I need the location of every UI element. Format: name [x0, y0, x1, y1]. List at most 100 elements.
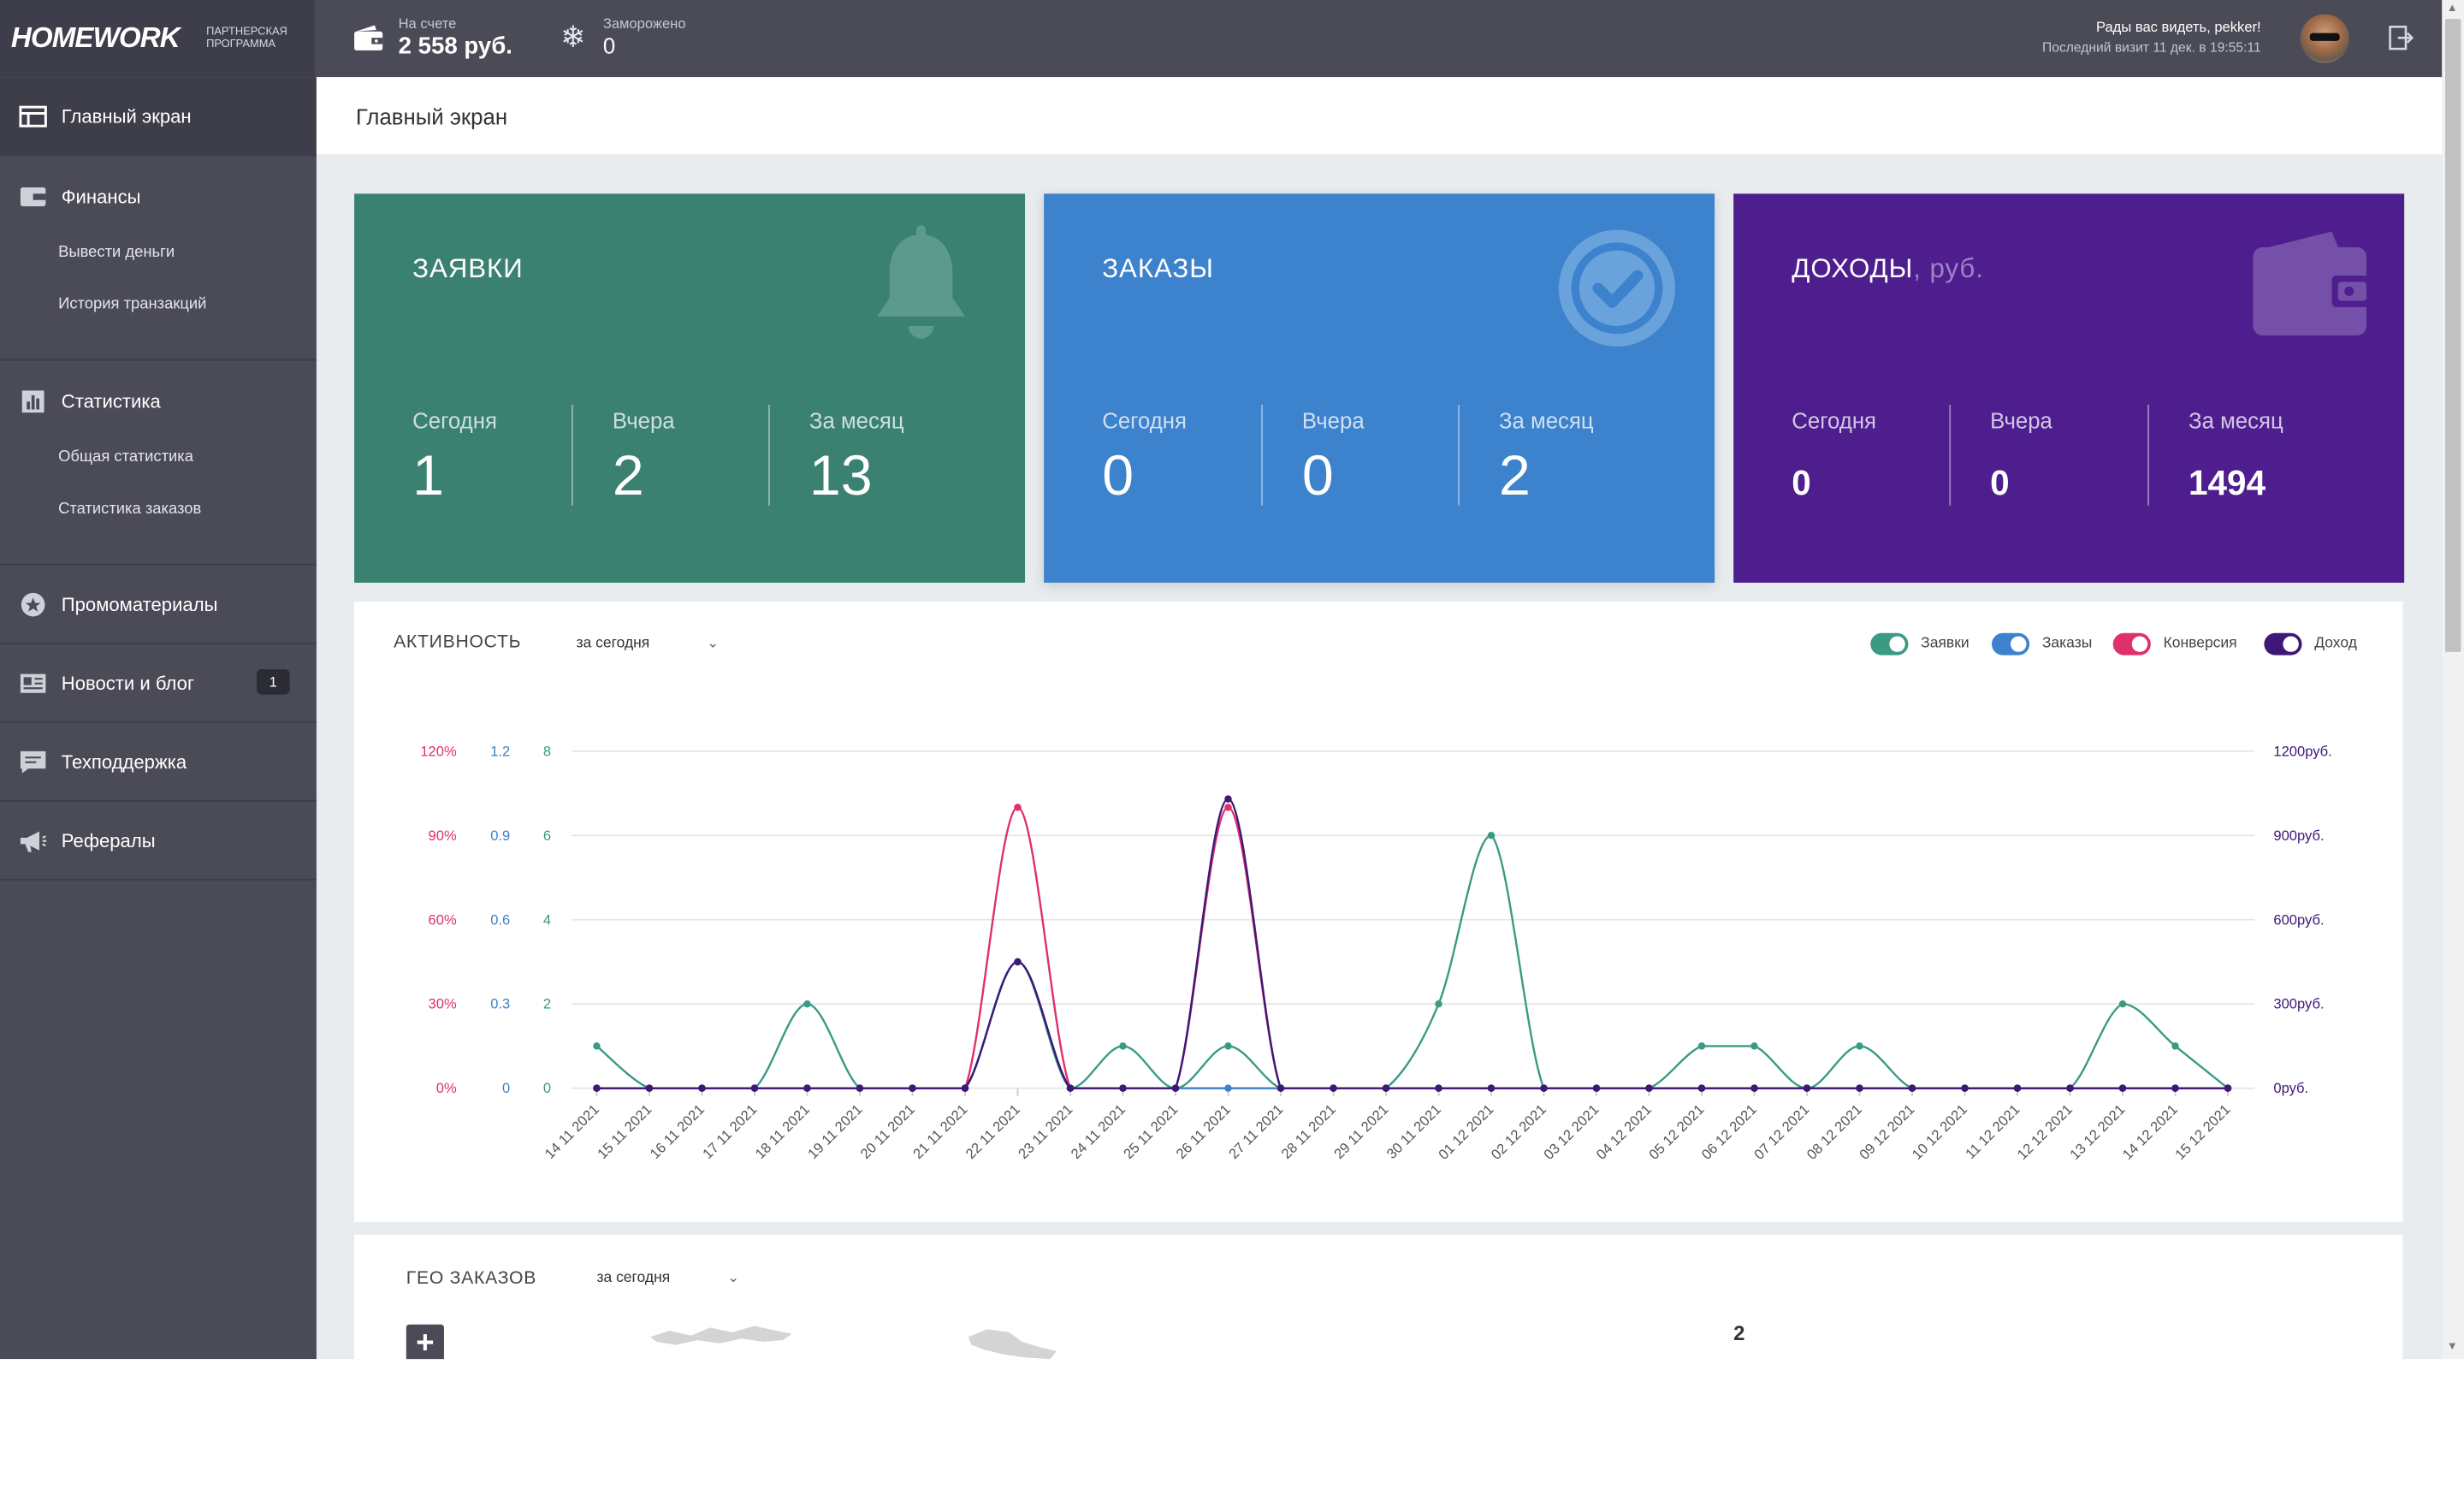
- activity-period-select[interactable]: за сегодня: [577, 635, 650, 652]
- greeting-text: Рады вас видеть, pekker!: [2095, 19, 2261, 35]
- sidebar-subitem-general-stats[interactable]: Общая статистика: [58, 448, 193, 466]
- logo-subtitle-line1: ПАРТНЕРСКАЯ: [206, 27, 287, 39]
- y-tick-label-income: 300руб.: [2273, 996, 2324, 1012]
- data-point: [1961, 1084, 1969, 1092]
- sidebar-item-label: Новости и блог: [61, 672, 195, 695]
- data-point: [1697, 1042, 1706, 1050]
- geo-period-select[interactable]: за сегодня: [596, 1269, 670, 1286]
- data-point: [803, 1000, 811, 1008]
- frozen-value: 0: [602, 33, 616, 59]
- data-point: [1856, 1042, 1863, 1050]
- snowflake-icon: ❄: [560, 21, 586, 56]
- scroll-thumb[interactable]: [2444, 19, 2461, 652]
- series-line: [596, 806, 2229, 1089]
- data-point: [1856, 1084, 1863, 1092]
- activity-chart: 0% 0 0 0руб. 30% 0.3 2 300руб. 60% 0.6 4 600руб. 90%…: [420, 743, 2331, 1163]
- logout-icon[interactable]: [2389, 25, 2414, 50]
- y-tick-label-income: 600руб.: [2273, 911, 2324, 928]
- income-card-title: ДОХОДЫ, руб.: [1792, 253, 1984, 285]
- megaphone-icon: [20, 831, 47, 852]
- y-tick-label-count: 4: [543, 911, 551, 928]
- y-tick-label-percent: 120%: [420, 743, 457, 759]
- stat-label: Сегодня: [1102, 407, 1187, 434]
- data-point: [1435, 1084, 1442, 1092]
- x-tick-label: 15 12 2021: [2172, 1101, 2234, 1163]
- y-tick-label-percent: 0%: [436, 1080, 457, 1096]
- data-point: [1119, 1084, 1127, 1092]
- bar-chart-icon: [21, 390, 44, 413]
- sidebar-item-stats[interactable]: Статистика: [0, 362, 317, 441]
- y-tick-label-income: 0руб.: [2273, 1080, 2308, 1096]
- chat-bubble-icon: [20, 750, 46, 774]
- sidebar-item-main[interactable]: Главный экран: [0, 77, 317, 157]
- scroll-up-arrow[interactable]: ▲: [2447, 3, 2458, 15]
- star-badge-icon: [21, 592, 45, 617]
- x-tick-label: 24 11 2021: [1068, 1101, 1128, 1162]
- sidebar-item-referrals[interactable]: Рефералы: [0, 802, 317, 881]
- x-tick-label: 02 12 2021: [1488, 1101, 1549, 1163]
- requests-card: ЗАЯВКИ Сегодня 1 Вчера 2 За месяц 13: [354, 193, 1026, 583]
- y-tick-label-count: 2: [543, 996, 551, 1012]
- y-tick-label-percent: 30%: [429, 996, 457, 1012]
- data-point: [856, 1084, 864, 1092]
- y-tick-label-percent: 60%: [429, 911, 457, 928]
- scroll-down-arrow[interactable]: ▼: [2447, 1342, 2458, 1353]
- sidebar-item-promo[interactable]: Промоматериалы: [0, 566, 317, 644]
- sidebar-subitem-transactions[interactable]: История транзакций: [58, 296, 206, 313]
- data-point: [1487, 1084, 1496, 1092]
- sidebar-subitem-order-stats[interactable]: Статистика заказов: [58, 501, 201, 518]
- news-count-badge: 1: [256, 669, 290, 695]
- toggle-knob: [2131, 636, 2148, 652]
- chevron-down-icon[interactable]: ⌄: [727, 1269, 739, 1286]
- data-point: [1330, 1084, 1337, 1092]
- stat-value: 0: [1102, 442, 1134, 507]
- income-card: ДОХОДЫ, руб. Сегодня 0 Вчера 0 За месяц …: [1733, 193, 2405, 583]
- data-point: [1750, 1084, 1758, 1092]
- x-tick-label: 06 12 2021: [1698, 1101, 1760, 1163]
- data-point: [961, 1084, 969, 1092]
- logo[interactable]: HOMEWORK ПАРТНЕРСКАЯ ПРОГРАММА: [0, 0, 316, 78]
- legend-label: Доход: [2314, 634, 2357, 652]
- toggle-switch[interactable]: [1991, 632, 2030, 656]
- data-point: [1435, 1000, 1442, 1008]
- sidebar-item-support[interactable]: Техподдержка: [0, 723, 317, 802]
- wallet-icon: [2253, 231, 2370, 335]
- toggle-switch[interactable]: [1870, 632, 1909, 656]
- x-tick-label: 11 12 2021: [1962, 1101, 2023, 1162]
- x-tick-label: 28 11 2021: [1278, 1101, 1339, 1162]
- data-point: [2224, 1084, 2232, 1092]
- sidebar-item-finance[interactable]: Финансы: [0, 157, 317, 236]
- stat-value: 13: [808, 442, 873, 507]
- x-tick-label: 08 12 2021: [1804, 1101, 1865, 1163]
- sidebar-item-news[interactable]: Новости и блог 1: [0, 644, 317, 723]
- avatar[interactable]: [2300, 14, 2349, 63]
- x-tick-label: 16 11 2021: [647, 1101, 708, 1162]
- stat-value: 2: [612, 442, 644, 507]
- sidebar-item-label: Статистика: [61, 390, 161, 413]
- x-tick-label: 25 11 2021: [1120, 1101, 1181, 1162]
- bell-icon: [877, 225, 966, 339]
- data-point: [645, 1084, 654, 1092]
- sidebar-group-stats: Статистика Общая статистика Статистика з…: [0, 362, 317, 566]
- x-tick-label: 15 11 2021: [594, 1101, 654, 1162]
- page-header: Главный экран: [316, 77, 2443, 155]
- requests-card-title: ЗАЯВКИ: [412, 253, 524, 284]
- data-point: [1224, 804, 1232, 811]
- x-tick-label: 05 12 2021: [1646, 1101, 1708, 1163]
- orders-card: ЗАКАЗЫ Сегодня 0 Вчера 0 За месяц 2: [1044, 193, 1715, 583]
- stat-label: Вчера: [1301, 407, 1365, 434]
- world-map[interactable]: [637, 1312, 1078, 1360]
- toggle-switch[interactable]: [2264, 632, 2302, 656]
- x-tick-label: 10 12 2021: [1909, 1101, 1970, 1163]
- scrollbar[interactable]: ▲ ▼: [2442, 0, 2464, 1360]
- x-tick-label: 29 11 2021: [1330, 1101, 1391, 1162]
- chevron-down-icon[interactable]: ⌄: [707, 635, 719, 652]
- data-point: [1750, 1042, 1758, 1050]
- zoom-in-button[interactable]: +: [406, 1324, 444, 1360]
- requests-month: За месяц 13: [768, 404, 1004, 507]
- wallet-icon: [20, 187, 46, 207]
- income-title-text: ДОХОДЫ: [1792, 253, 1914, 284]
- x-tick-label: 22 11 2021: [962, 1101, 1023, 1162]
- toggle-switch[interactable]: [2112, 632, 2151, 656]
- sidebar-subitem-withdraw[interactable]: Вывести деньги: [58, 244, 175, 261]
